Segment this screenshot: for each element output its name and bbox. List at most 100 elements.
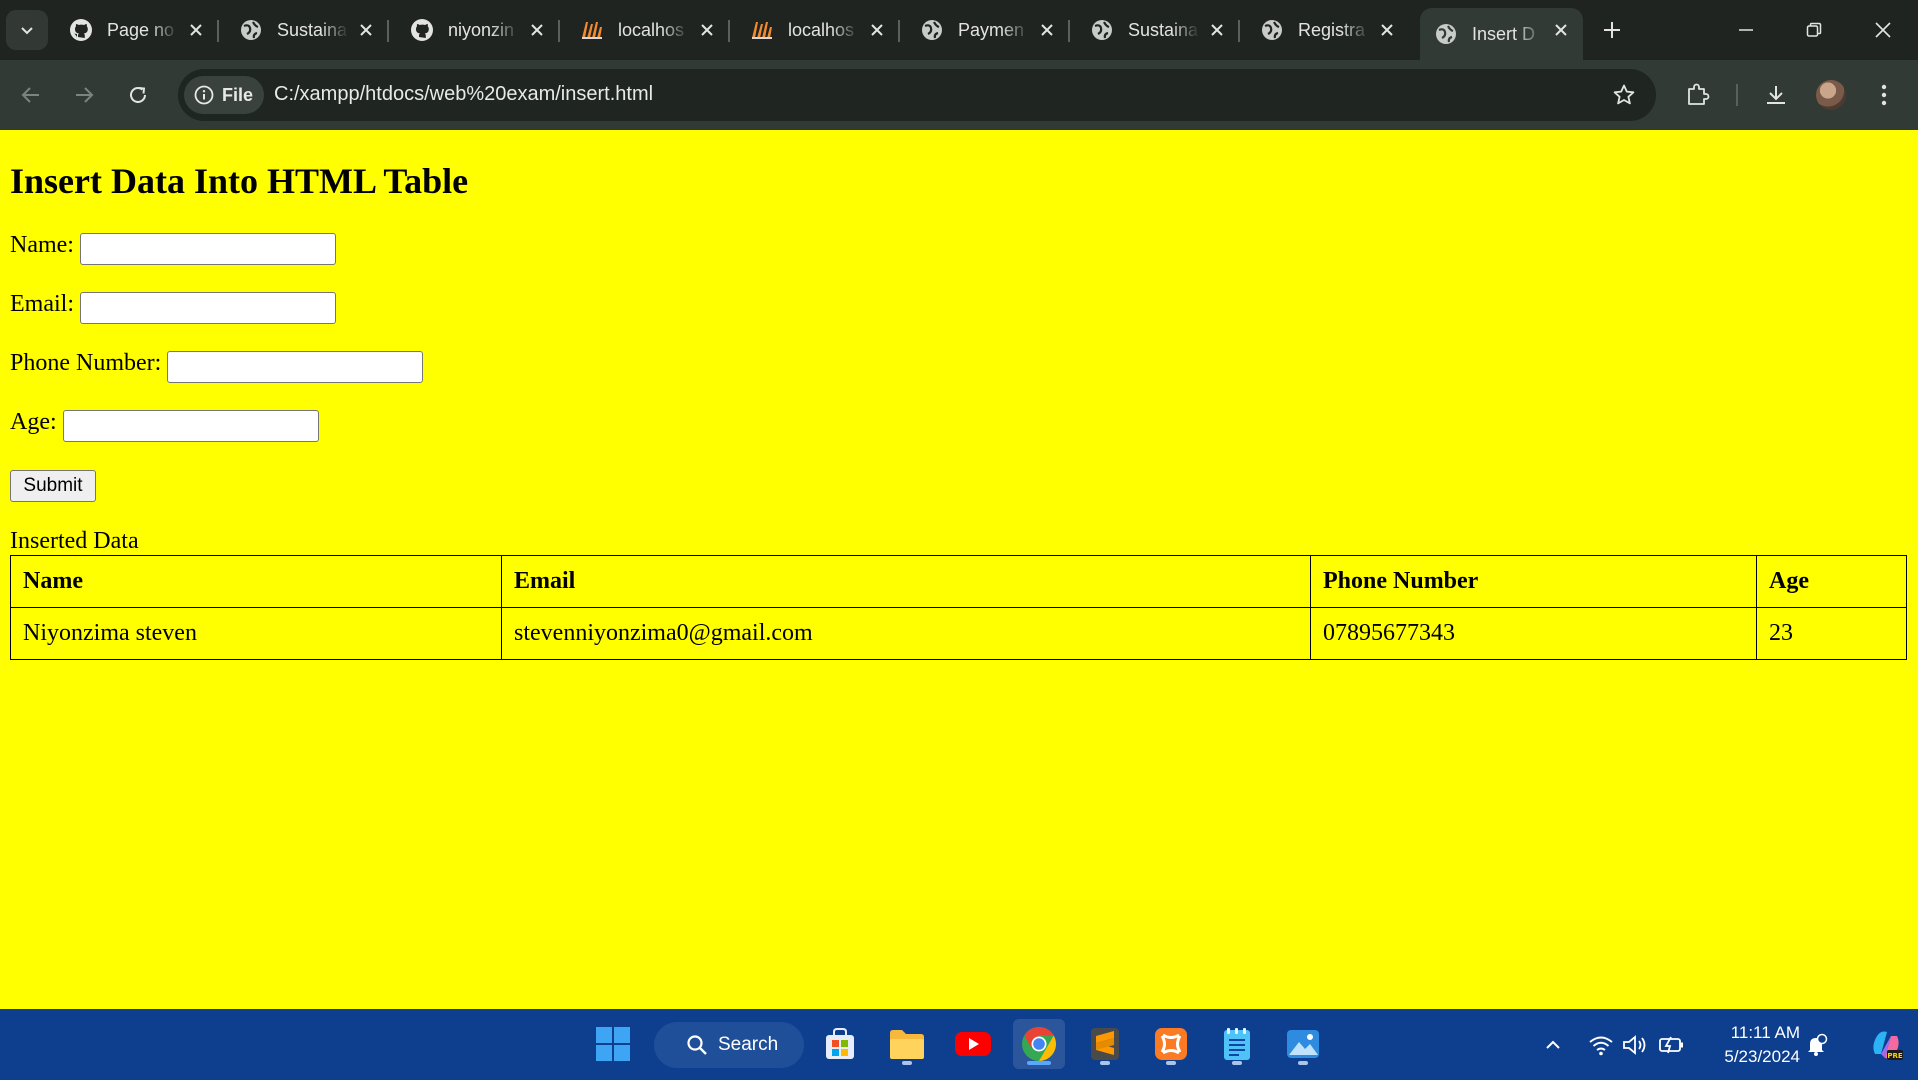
chevron-up-icon: [1546, 1040, 1560, 1049]
battery-charging-icon: [1659, 1036, 1683, 1054]
close-icon[interactable]: [1375, 18, 1399, 42]
tab-search-button[interactable]: [6, 10, 48, 50]
email-input[interactable]: [80, 292, 336, 324]
tab-insert-data-active[interactable]: Insert D: [1420, 8, 1583, 60]
tab-sustaina-2[interactable]: Sustaina: [1076, 8, 1240, 52]
downloads-button[interactable]: [1756, 75, 1796, 115]
download-icon: [1767, 86, 1785, 104]
tab-separator: [217, 20, 219, 42]
tab-separator: [387, 20, 389, 42]
header-name: Name: [10, 555, 502, 608]
extensions-button[interactable]: [1677, 75, 1717, 115]
taskbar-app-notepad[interactable]: [1211, 1019, 1263, 1069]
photos-icon: [1287, 1030, 1319, 1058]
tab-page-not-found[interactable]: Page no: [55, 8, 219, 52]
bookmark-star-button[interactable]: [1610, 81, 1638, 109]
taskbar-app-store[interactable]: [814, 1019, 866, 1069]
more-vertical-icon: [1881, 84, 1887, 106]
forward-button[interactable]: [64, 75, 104, 115]
taskbar-app-chrome[interactable]: [1013, 1019, 1065, 1069]
volume-button[interactable]: [1621, 1031, 1649, 1059]
close-icon[interactable]: [184, 18, 208, 42]
reload-icon: [130, 86, 146, 103]
close-icon[interactable]: [1035, 18, 1059, 42]
plus-icon: [1604, 22, 1620, 38]
sublime-text-icon: [1091, 1028, 1119, 1060]
header-phone: Phone Number: [1310, 555, 1757, 608]
tab-localhost-1[interactable]: localhos: [566, 8, 730, 52]
globe-icon: [1260, 18, 1284, 42]
tab-separator: [898, 20, 900, 42]
chevron-down-icon: [21, 27, 33, 35]
phone-input[interactable]: [167, 351, 423, 383]
info-icon: [194, 85, 214, 105]
url-text[interactable]: C:/xampp/htdocs/web%20exam/insert.html: [274, 83, 653, 106]
clock-date: 5/23/2024: [1724, 1047, 1800, 1066]
cell-name: Niyonzima steven: [10, 607, 502, 660]
name-input[interactable]: [80, 233, 336, 265]
email-label: Email:: [10, 291, 74, 317]
taskbar-app-photos[interactable]: [1277, 1019, 1329, 1069]
restore-button[interactable]: [1781, 6, 1847, 54]
page-viewport: Insert Data Into HTML Table Name: Email:…: [0, 130, 1918, 1009]
data-table: Name Email Phone Number Age Niyonzima st…: [10, 555, 1907, 660]
taskbar-app-explorer[interactable]: [881, 1019, 933, 1069]
running-indicator: [902, 1061, 912, 1065]
tab-title: Sustaina: [277, 19, 348, 40]
cell-email: stevenniyonzima0@gmail.com: [501, 607, 1311, 660]
close-icon[interactable]: [695, 18, 719, 42]
start-button[interactable]: [587, 1019, 639, 1069]
puzzle-icon: [1688, 83, 1710, 105]
svg-text:PRE: PRE: [1887, 1052, 1903, 1060]
site-chip-label: File: [222, 84, 254, 105]
tab-payment[interactable]: Paymen: [906, 8, 1070, 52]
taskbar-app-youtube[interactable]: [947, 1019, 999, 1069]
address-bar[interactable]: File C:/xampp/htdocs/web%20exam/insert.h…: [178, 69, 1656, 121]
taskbar-app-sublime[interactable]: [1079, 1019, 1131, 1069]
minimize-button[interactable]: [1713, 6, 1779, 54]
new-tab-button[interactable]: [1594, 12, 1630, 48]
tab-sustaina-1[interactable]: Sustaina: [225, 8, 389, 52]
taskbar-search[interactable]: Search: [654, 1022, 804, 1068]
back-button[interactable]: [11, 75, 51, 115]
notifications-button[interactable]: [1802, 1031, 1830, 1059]
tab-title: Page no: [107, 19, 175, 40]
github-icon: [69, 18, 93, 42]
close-icon[interactable]: [865, 18, 889, 42]
site-info-chip[interactable]: File: [184, 76, 264, 114]
close-window-button[interactable]: [1850, 6, 1916, 54]
tab-registration[interactable]: Registra: [1246, 8, 1409, 52]
tab-title: niyonzin: [448, 19, 515, 40]
tab-niyonzima-github[interactable]: niyonzin: [396, 8, 560, 52]
profile-avatar[interactable]: [1816, 80, 1846, 110]
tab-localhost-2[interactable]: localhos: [736, 8, 900, 52]
xampp-icon: [580, 18, 604, 42]
copilot-button[interactable]: PRE: [1866, 1025, 1906, 1065]
file-explorer-icon: [890, 1030, 924, 1059]
microsoft-store-icon: [826, 1028, 854, 1059]
close-icon[interactable]: [1549, 18, 1573, 42]
tab-title: Paymen: [958, 19, 1025, 40]
browser-menu-button[interactable]: [1864, 75, 1904, 115]
xampp-icon: [750, 18, 774, 42]
age-label: Age:: [10, 409, 57, 435]
start-icon: [596, 1027, 630, 1061]
age-input[interactable]: [63, 410, 319, 442]
reload-button[interactable]: [118, 75, 158, 115]
network-button[interactable]: [1587, 1031, 1615, 1059]
page-heading: Insert Data Into HTML Table: [10, 161, 469, 201]
restore-icon: [1806, 22, 1822, 37]
close-icon[interactable]: [525, 18, 549, 42]
show-hidden-icons-button[interactable]: [1539, 1031, 1567, 1059]
close-icon[interactable]: [354, 18, 378, 42]
close-icon[interactable]: [1205, 18, 1229, 42]
table-row: Niyonzima steven stevenniyonzima0@gmail.…: [10, 607, 1907, 660]
taskbar-clock[interactable]: 11:11 AM 5/23/2024: [1700, 1021, 1800, 1069]
globe-icon: [1090, 18, 1114, 42]
table-caption: Inserted Data: [10, 528, 139, 554]
taskbar-app-xampp[interactable]: [1145, 1019, 1197, 1069]
battery-button[interactable]: [1658, 1031, 1686, 1059]
submit-button[interactable]: Submit: [10, 470, 96, 502]
tab-title: Sustaina: [1128, 19, 1199, 40]
arrow-right-icon: [76, 87, 94, 103]
